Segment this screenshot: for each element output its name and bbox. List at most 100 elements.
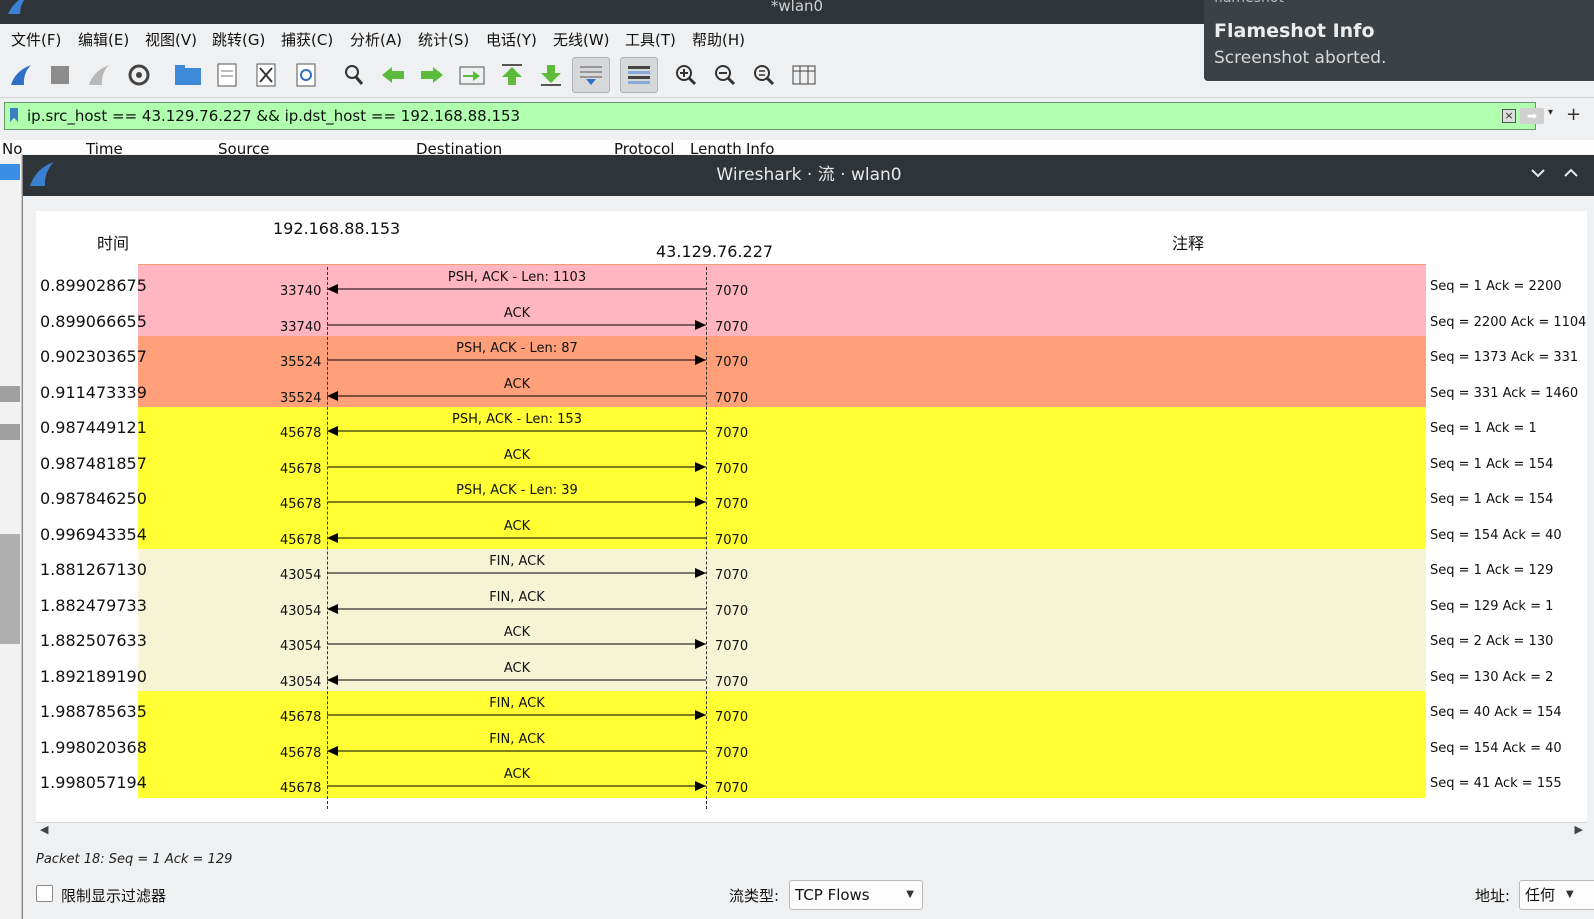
menu-view[interactable]: 视图(V) [145, 29, 197, 50]
flow-row[interactable]: 1.881267130 43054 FIN, ACK 7070 Seq = 1 Ack … [36, 549, 1587, 585]
close-file-icon[interactable] [250, 60, 282, 90]
minimize-chevron-down-icon[interactable] [1530, 165, 1546, 181]
host-a-header: 192.168.88.153 [273, 219, 401, 238]
flow-row[interactable]: 1.882479733 43054 FIN, ACK 7070 Seq = 129 Ac… [36, 584, 1587, 621]
clear-filter-icon[interactable]: × [1502, 109, 1516, 123]
flow-comment: Seq = 41 Ack = 155 [1430, 776, 1562, 791]
arrow-left-icon [327, 603, 706, 614]
autoscroll-icon[interactable] [572, 57, 610, 93]
source-port: 45678 [280, 745, 322, 761]
menu-capture[interactable]: 捕获(C) [281, 29, 333, 50]
flow-row[interactable]: 0.899028675 33740 PSH, ACK - Len: 1103 7070… [36, 265, 1587, 301]
source-port: 43054 [280, 639, 322, 654]
flow-label: PSH, ACK - Len: 1103 [447, 270, 587, 285]
flow-time: 0.902303657 [40, 347, 147, 366]
filter-history-dropdown-icon[interactable]: ▾ [1548, 107, 1553, 118]
flow-row[interactable]: 0.899066655 33740 ACK 7070 Seq = 2200 Ack = … [36, 300, 1587, 337]
flow-label: ACK [503, 305, 531, 321]
notification-title: Flameshot Info [1214, 20, 1375, 42]
shark-fin-start-icon[interactable] [6, 60, 38, 90]
flow-row[interactable]: 0.902303657 35524 PSH, ACK - Len: 87 7070 Se… [36, 336, 1587, 372]
notification-popup[interactable]: flameshot Flameshot Info Screenshot abor… [1204, 0, 1594, 81]
menu-analyze[interactable]: 分析(A) [350, 29, 402, 50]
packet-list-header: No Time Source Destination Protocol Leng… [0, 140, 1594, 154]
horizontal-scrollbar[interactable]: ◀ ▶ [36, 822, 1587, 838]
menu-go[interactable]: 跳转(G) [212, 29, 265, 50]
add-filter-button-icon[interactable]: + [1566, 104, 1581, 125]
scroll-left-arrow-icon[interactable]: ◀ [40, 823, 48, 836]
stop-square-icon[interactable] [44, 60, 76, 90]
reload-icon[interactable] [290, 60, 322, 90]
flow-comment: Seq = 331 Ack = 1460 [1430, 385, 1579, 401]
go-to-packet-icon[interactable] [456, 60, 488, 90]
flow-row[interactable]: 1.882507633 43054 ACK 7070 Seq = 2 Ack = 130 [36, 620, 1587, 656]
flow-time: 1.998057194 [40, 773, 147, 792]
zoom-out-icon[interactable] [709, 60, 741, 90]
maximize-chevron-up-icon[interactable] [1563, 165, 1579, 181]
menu-telephony[interactable]: 电话(Y) [486, 29, 537, 50]
source-port: 33740 [280, 319, 322, 335]
source-port: 45678 [280, 532, 322, 548]
zoom-reset-icon[interactable] [748, 60, 780, 90]
menu-file[interactable]: 文件(F) [11, 29, 61, 50]
display-filter-input[interactable]: ip.src_host == 43.129.76.227 && ip.dst_h… [4, 102, 1536, 130]
address-select[interactable]: 任何 ▼ [1519, 880, 1594, 910]
flow-time: 1.882507633 [40, 631, 147, 650]
flow-label: ACK [503, 447, 531, 463]
destination-port: 7070 [715, 745, 749, 761]
restart-fin-icon[interactable] [84, 60, 116, 90]
flow-row[interactable]: 1.988785635 45678 FIN, ACK 7070 Seq = 40 Ack… [36, 691, 1587, 727]
capture-options-gear-icon[interactable] [123, 60, 155, 90]
flow-row[interactable]: 0.987449121 45678 PSH, ACK - Len: 153 7070 S… [36, 407, 1587, 443]
menu-help[interactable]: 帮助(H) [692, 29, 745, 50]
resize-columns-icon[interactable] [788, 60, 820, 90]
col-info[interactable]: Info [746, 140, 774, 154]
open-folder-icon[interactable] [172, 60, 204, 90]
menu-statistics[interactable]: 统计(S) [418, 29, 469, 50]
menu-tools[interactable]: 工具(T) [625, 29, 676, 50]
go-back-arrow-icon[interactable] [377, 60, 409, 90]
flow-label: PSH, ACK - Len: 39 [456, 483, 578, 498]
go-forward-arrow-icon[interactable] [416, 60, 448, 90]
flow-row[interactable]: 1.998057194 45678 ACK 7070 Seq = 41 Ack = 15… [36, 762, 1587, 798]
arrow-right-icon [327, 781, 706, 791]
destination-port: 7070 [715, 603, 749, 619]
flow-row[interactable]: 0.987481857 45678 ACK 7070 Seq = 1 Ack = 154 [36, 442, 1587, 479]
col-destination[interactable]: Destination [416, 140, 502, 154]
apply-filter-arrow-icon[interactable]: ➡ [1520, 108, 1544, 124]
limit-display-filter-checkbox[interactable] [36, 885, 53, 902]
flow-time: 0.996943354 [40, 524, 147, 544]
flow-row[interactable]: 0.996943354 45678 ACK 7070 Seq = 154 Ack = 4… [36, 513, 1587, 550]
col-length[interactable]: Length [690, 140, 742, 154]
flow-row[interactable]: 0.987846250 45678 PSH, ACK - Len: 39 7070 Se… [36, 478, 1587, 514]
col-source[interactable]: Source [218, 140, 270, 154]
arrow-right-icon [327, 497, 706, 507]
first-packet-icon[interactable] [496, 60, 528, 90]
arrow-left-icon [327, 745, 706, 756]
flow-label: ACK [503, 518, 531, 534]
flow-row[interactable]: 0.911473339 35524 ACK 7070 Seq = 331 Ack = 1… [36, 371, 1587, 408]
colorize-icon[interactable] [620, 57, 658, 93]
scroll-right-arrow-icon[interactable]: ▶ [1575, 823, 1583, 836]
menu-wireless[interactable]: 无线(W) [553, 29, 610, 50]
flow-type-select[interactable]: TCP Flows ▼ [789, 880, 923, 910]
find-magnifier-icon[interactable] [338, 60, 370, 90]
flow-graph-canvas[interactable]: 时间 192.168.88.153 43.129.76.227 注释 0.899… [36, 211, 1587, 826]
arrow-left-icon [327, 532, 706, 543]
destination-port: 7070 [715, 674, 749, 690]
last-packet-icon[interactable] [535, 60, 567, 90]
zoom-in-icon[interactable] [670, 60, 702, 90]
flow-row[interactable]: 1.998020368 45678 FIN, ACK 7070 Seq = 154 Ac… [36, 726, 1587, 763]
flow-comment: Seq = 129 Ack = 1 [1430, 598, 1554, 614]
save-file-icon[interactable] [211, 60, 243, 90]
time-column-header: 时间 [97, 234, 130, 253]
arrow-left-icon [327, 284, 706, 294]
col-no[interactable]: No [2, 140, 22, 154]
flow-label: ACK [503, 625, 531, 640]
col-time[interactable]: Time [86, 140, 123, 154]
menu-edit[interactable]: 编辑(E) [78, 29, 129, 50]
flow-row[interactable]: 1.892189190 43054 ACK 7070 Seq = 130 Ack = 2 [36, 655, 1587, 692]
source-port: 43054 [280, 603, 322, 619]
flow-comment: Seq = 1 Ack = 129 [1430, 563, 1554, 578]
col-protocol[interactable]: Protocol [614, 140, 674, 154]
